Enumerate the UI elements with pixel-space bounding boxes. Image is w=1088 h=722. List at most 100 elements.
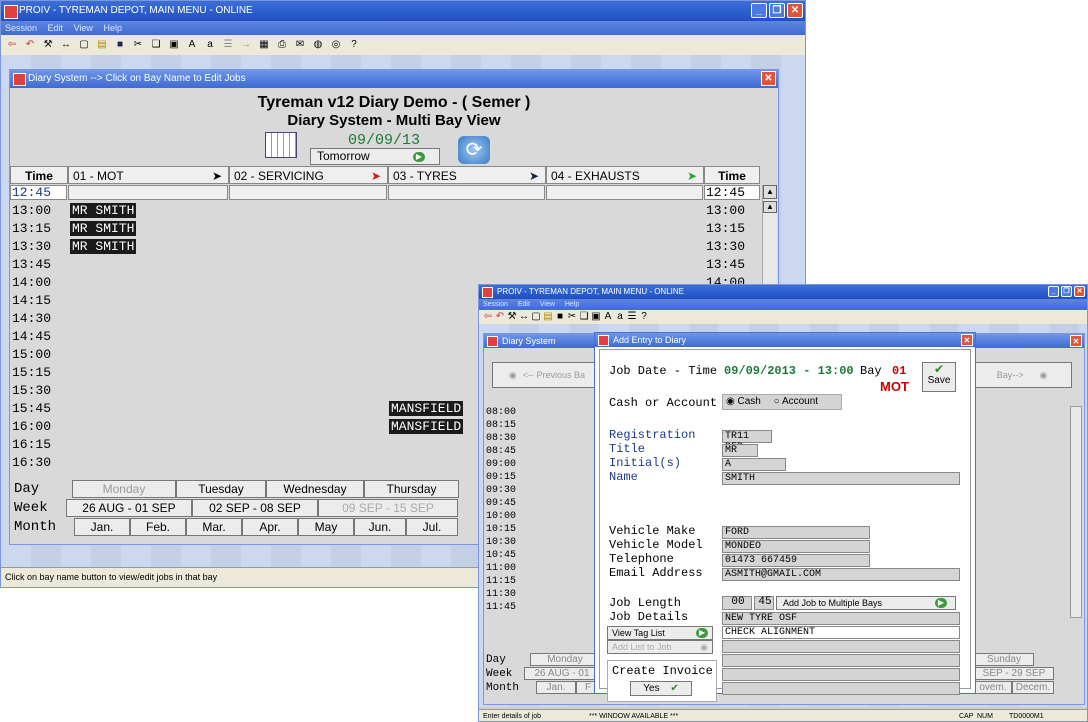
registration-field[interactable]: TR11 DFD: [722, 430, 772, 453]
job-detail-line-5[interactable]: [722, 668, 960, 681]
menu-view[interactable]: View: [74, 23, 93, 33]
list-icon[interactable]: ☰: [627, 310, 637, 324]
next-bay-button[interactable]: Bay--> ◉: [972, 362, 1072, 388]
month-jan[interactable]: Jan.: [74, 518, 130, 536]
job-detail-line-1[interactable]: NEW TYRE OSF: [722, 612, 960, 625]
job-length-minutes[interactable]: 45: [754, 596, 774, 610]
month-nov[interactable]: ovem.: [974, 681, 1012, 694]
slot-cell[interactable]: [546, 185, 703, 200]
copy-icon[interactable]: ❏: [579, 310, 589, 324]
open-icon[interactable]: ▤: [543, 310, 553, 324]
month-apr[interactable]: Apr.: [242, 518, 298, 536]
new-icon[interactable]: ▢: [531, 310, 541, 324]
week-last[interactable]: SEP - 29 SEP: [974, 667, 1054, 680]
font-smaller-icon[interactable]: a: [203, 38, 217, 52]
scroll-up-icon[interactable]: ▲: [763, 185, 777, 199]
refresh-icon[interactable]: ⟳: [458, 136, 490, 164]
font-smaller-icon[interactable]: a: [615, 310, 625, 324]
second-diary-close-icon[interactable]: ✕: [1070, 335, 1082, 347]
tools-icon[interactable]: ⚒: [507, 310, 517, 324]
booking-tyres-1530[interactable]: MANSFIELD: [389, 419, 464, 434]
save-icon[interactable]: ■: [555, 310, 565, 324]
booking-tyres-1515[interactable]: MANSFIELD: [389, 401, 464, 416]
add-multiple-bays-button[interactable]: Add Job to Multiple Bays ▶: [776, 596, 956, 610]
menu-view[interactable]: View: [540, 301, 555, 308]
name-field[interactable]: SMITH: [722, 472, 960, 485]
job-detail-line-2[interactable]: CHECK ALIGNMENT: [722, 626, 960, 639]
week-09sep[interactable]: 09 SEP - 15 SEP: [318, 499, 458, 517]
globe-icon[interactable]: ◍: [311, 38, 325, 52]
paste-icon[interactable]: ▣: [167, 38, 181, 52]
minimize-icon[interactable]: _: [1048, 286, 1059, 297]
day-sunday[interactable]: Sunday: [974, 653, 1034, 666]
exit-icon[interactable]: ⇦: [483, 310, 493, 324]
back-icon[interactable]: ↶: [495, 310, 505, 324]
exit-icon[interactable]: ⇦: [5, 38, 19, 52]
create-invoice-yes-button[interactable]: Yes ✔: [630, 681, 692, 696]
maximize-icon[interactable]: ❐: [1061, 286, 1072, 297]
day-monday[interactable]: Monday: [72, 480, 176, 498]
job-detail-line-6[interactable]: [722, 682, 960, 695]
save-button[interactable]: ✔ Save: [922, 362, 956, 392]
mail-icon[interactable]: ✉: [293, 38, 307, 52]
title-field[interactable]: MR: [722, 444, 758, 457]
month-jul[interactable]: Jul.: [406, 518, 458, 536]
vehicle-make-field[interactable]: FORD: [722, 526, 870, 539]
close-icon[interactable]: ✕: [1074, 286, 1085, 297]
cut-icon[interactable]: ✂: [567, 310, 577, 324]
slot-cell[interactable]: [68, 185, 228, 200]
font-larger-icon[interactable]: A: [185, 38, 199, 52]
arrows-icon[interactable]: ↔: [519, 310, 529, 324]
font-larger-icon[interactable]: A: [603, 310, 613, 324]
menu-session[interactable]: Session: [5, 23, 37, 33]
scroll-thumb[interactable]: ▲: [763, 201, 777, 213]
cut-icon[interactable]: ✂: [131, 38, 145, 52]
week-26aug[interactable]: 26 AUG - 01 SEP: [66, 499, 192, 517]
day-monday[interactable]: Monday: [530, 653, 600, 666]
back-icon[interactable]: ↶: [23, 38, 37, 52]
day-thursday[interactable]: Thursday: [364, 480, 459, 498]
bay-button-servicing[interactable]: 02 - SERVICING ➤: [229, 166, 388, 184]
vehicle-model-field[interactable]: MONDEO: [722, 540, 870, 553]
note-icon[interactable]: ◎: [329, 38, 343, 52]
account-radio[interactable]: ○ Account: [774, 396, 818, 407]
cash-radio[interactable]: ◉ Cash: [726, 396, 761, 407]
month-jan[interactable]: Jan.: [536, 681, 576, 694]
maximize-icon[interactable]: ❐: [769, 3, 785, 18]
view-tag-list-button[interactable]: View Tag List ▶: [607, 626, 713, 640]
month-may[interactable]: May: [298, 518, 354, 536]
new-icon[interactable]: ▢: [77, 38, 91, 52]
menu-edit[interactable]: Edit: [518, 301, 530, 308]
month-mar[interactable]: Mar.: [186, 518, 242, 536]
month-feb[interactable]: Feb.: [130, 518, 186, 536]
tools-icon[interactable]: ⚒: [41, 38, 55, 52]
bay-button-mot[interactable]: 01 - MOT ➤: [68, 166, 229, 184]
paste-icon[interactable]: ▣: [591, 310, 601, 324]
bay-button-exhausts[interactable]: 04 - EXHAUSTS ➤: [546, 166, 704, 184]
email-field[interactable]: ASMITH@GMAIL.COM: [722, 568, 960, 581]
month-jun[interactable]: Jun.: [354, 518, 406, 536]
slot-cell[interactable]: [229, 185, 387, 200]
print-icon[interactable]: ⎙: [275, 38, 289, 52]
month-dec[interactable]: Decem.: [1012, 681, 1054, 694]
booking-mot-1330[interactable]: MR SMITH: [70, 239, 137, 254]
help-icon[interactable]: ?: [347, 38, 361, 52]
menu-help[interactable]: Help: [565, 301, 579, 308]
minimize-icon[interactable]: _: [751, 3, 767, 18]
copy-icon[interactable]: ❏: [149, 38, 163, 52]
arrow-icon[interactable]: →: [239, 38, 253, 52]
second-scrollbar[interactable]: [1070, 406, 1082, 618]
close-icon[interactable]: ✕: [787, 3, 803, 18]
day-wednesday[interactable]: Wednesday: [266, 480, 364, 498]
week-26aug[interactable]: 26 AUG - 01: [524, 667, 600, 680]
menu-edit[interactable]: Edit: [48, 23, 64, 33]
calc-icon[interactable]: ▦: [257, 38, 271, 52]
booking-mot-1315[interactable]: MR SMITH: [70, 221, 137, 236]
menu-session[interactable]: Session: [483, 301, 508, 308]
arrows-icon[interactable]: ↔: [59, 38, 73, 52]
week-02sep[interactable]: 02 SEP - 08 SEP: [192, 499, 318, 517]
telephone-field[interactable]: 01473 667459: [722, 554, 870, 567]
tomorrow-button[interactable]: Tomorrow ▶: [310, 148, 440, 165]
open-icon[interactable]: ▤: [95, 38, 109, 52]
job-detail-line-3[interactable]: [722, 640, 960, 653]
